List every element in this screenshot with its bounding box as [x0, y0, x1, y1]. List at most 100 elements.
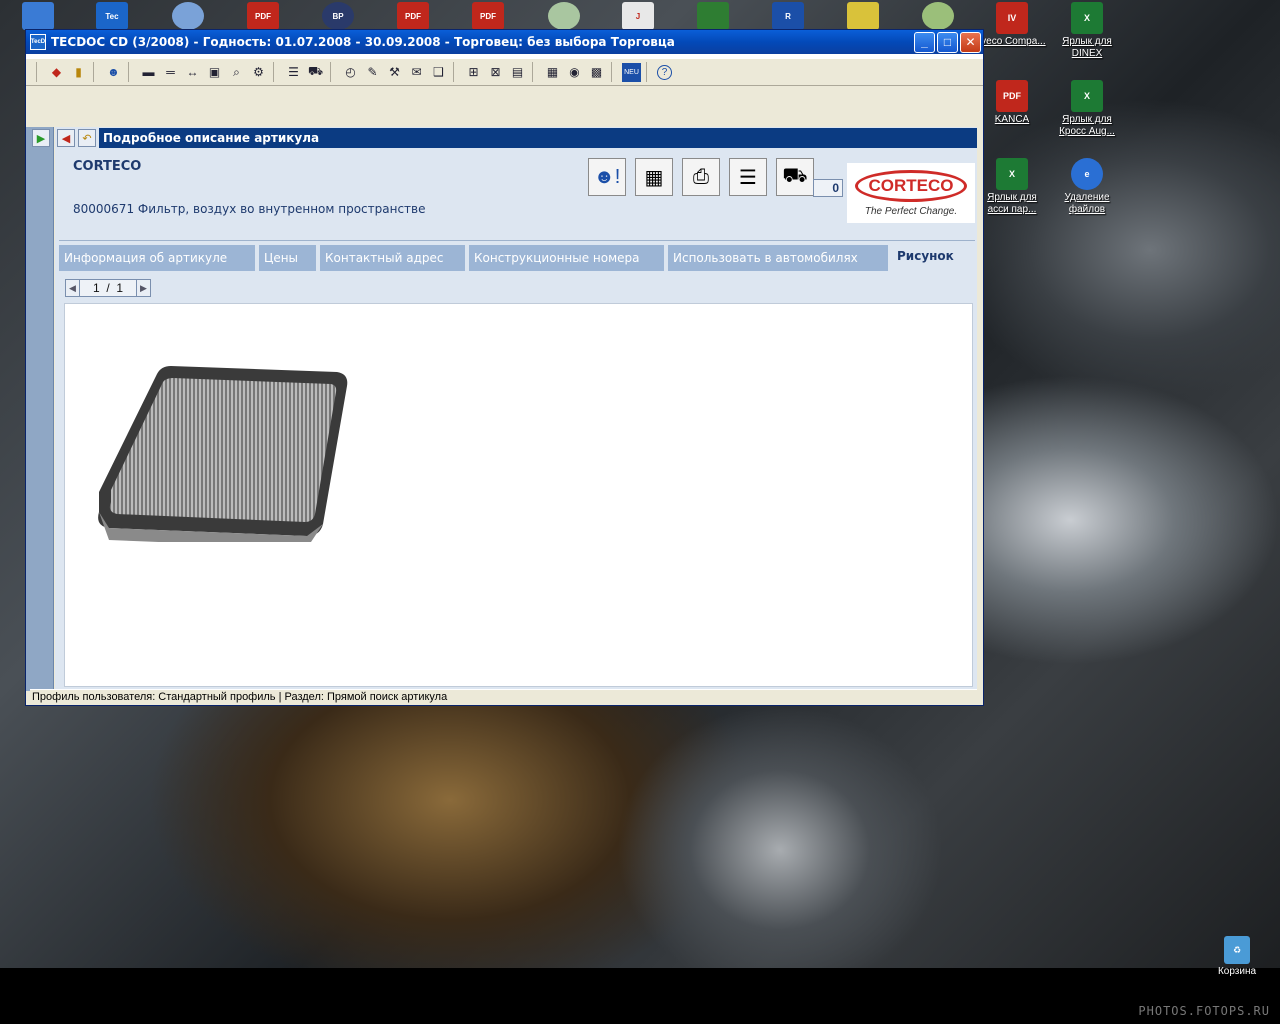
logo-tagline: The Perfect Change.: [864, 205, 958, 217]
desktop-icon-label: Удаление файлов: [1064, 192, 1110, 215]
cd-icon[interactable]: [922, 2, 954, 30]
exit-door-icon[interactable]: ▮: [69, 63, 88, 82]
pdf-icon[interactable]: PDF: [247, 2, 279, 30]
desktop-icon-label: Ярлык для асси пар...: [987, 192, 1037, 215]
pdf-icon[interactable]: PDF: [397, 2, 429, 30]
mail-icon[interactable]: ✉: [407, 63, 426, 82]
desktop-icon-label: Ярлык для Кросс Aug...: [1059, 114, 1115, 137]
watermark: PHOTOS.FOTOPS.RU: [1138, 1004, 1270, 1018]
brand-name: CORTECO: [73, 159, 142, 174]
tree-icon[interactable]: ⊞: [464, 63, 483, 82]
engine-icon[interactable]: ⚙: [249, 63, 268, 82]
print-icon[interactable]: ⎙: [682, 158, 720, 196]
pdf-icon[interactable]: PDF: [472, 2, 504, 30]
window-title: TECDOC CD (3/2008) - Годность: 01.07.200…: [51, 35, 675, 49]
axle-icon[interactable]: ═: [161, 63, 180, 82]
prev-page-icon[interactable]: ◀: [65, 279, 80, 297]
supplier-info-icon[interactable]: ☻!: [588, 158, 626, 196]
add-to-cart-icon[interactable]: ⛟: [776, 158, 814, 196]
back-icon[interactable]: ◀: [57, 129, 75, 147]
desktop-icon-iveco[interactable]: IV Iveco Compa...: [977, 2, 1047, 48]
article-picture-area: [64, 303, 973, 687]
truck-icon[interactable]: ▣: [205, 63, 224, 82]
cabin-filter-image: [98, 366, 348, 542]
cart-icon[interactable]: ⛟: [306, 63, 325, 82]
cd-icon[interactable]: [172, 2, 204, 30]
toolbar-separator: [611, 62, 617, 82]
user-icon[interactable]: ☻: [104, 63, 123, 82]
app-icon[interactable]: [697, 2, 729, 30]
return-icon[interactable]: ↶: [78, 129, 96, 147]
clock-icon[interactable]: ◴: [341, 63, 360, 82]
toolbar-separator: [93, 62, 99, 82]
section-title: Подробное описание артикула: [99, 128, 977, 148]
desktop-icon-chassis[interactable]: X Ярлык для асси пар...: [977, 158, 1047, 216]
tab-construction-numbers[interactable]: Конструкционные номера: [469, 245, 666, 271]
recycle-bin[interactable]: ♻ Корзина: [1202, 936, 1272, 978]
compare-icon[interactable]: ⊠: [486, 63, 505, 82]
tab-vehicle-usage[interactable]: Использовать в автомобилях: [668, 245, 890, 271]
renault-icon[interactable]: R: [772, 2, 804, 30]
wrench-icon[interactable]: ✎: [363, 63, 382, 82]
car-search-icon[interactable]: ▬: [139, 63, 158, 82]
new-icon[interactable]: NEU: [622, 62, 641, 82]
book-icon[interactable]: ❑: [429, 63, 448, 82]
article-description: 80000671 Фильтр, воздух во внутренном пр…: [73, 202, 426, 216]
title-bar[interactable]: TecD TECDOC CD (3/2008) - Годность: 01.0…: [26, 30, 983, 54]
tab-prices[interactable]: Цены: [259, 245, 318, 271]
excel-shortcut-icon: X: [1071, 80, 1103, 112]
list-icon[interactable]: ☰: [284, 63, 303, 82]
maximize-button[interactable]: □: [937, 31, 958, 53]
desktop-icon-delete-files[interactable]: e Удаление файлов: [1052, 158, 1122, 216]
section-nav: ◀ ↶ Подробное описание артикула: [55, 127, 977, 149]
next-page-icon[interactable]: ▶: [136, 279, 151, 297]
toolbar: ◆ ▮ ☻ ▬ ═ ↔ ▣ ⌕ ⚙ ☰ ⛟ ◴ ✎ ⚒ ✉ ❑ ⊞ ⊠ ▤ ▦ …: [26, 58, 983, 86]
back-arrow-icon[interactable]: ◆: [47, 63, 66, 82]
tab-article-info[interactable]: Информация об артикуле: [59, 245, 257, 271]
app-icon[interactable]: [847, 2, 879, 30]
page-separator: /: [106, 281, 110, 295]
play-icon[interactable]: ▶: [32, 129, 50, 147]
tab-contact-address[interactable]: Контактный адрес: [320, 245, 467, 271]
quantity-field[interactable]: 0: [813, 179, 843, 197]
toolbar-separator: [532, 62, 538, 82]
excel-shortcut-icon: X: [1071, 2, 1103, 34]
details-list-icon[interactable]: ☰: [729, 158, 767, 196]
recycle-bin-label: Корзина: [1217, 966, 1257, 977]
desktop-shortcut-icon[interactable]: [22, 2, 54, 30]
width-icon[interactable]: ↔: [183, 63, 202, 82]
ie-icon: e: [1071, 158, 1103, 190]
settings-icon[interactable]: ▩: [587, 63, 606, 82]
page-total: 1: [116, 281, 124, 295]
tecdoc-icon[interactable]: Tec: [96, 2, 128, 30]
disc-icon[interactable]: BP: [322, 2, 354, 30]
toolbar-separator: [36, 62, 42, 82]
desktop-bottom-strip: [0, 968, 1280, 1024]
image-pager: ◀ 1 / 1 ▶: [65, 279, 151, 297]
desktop-icon-label: KANCA: [994, 114, 1030, 125]
status-bar: Профиль пользователя: Стандартный профил…: [30, 689, 977, 703]
desktop-icon-label: Ярлык для DINEX: [1062, 36, 1112, 59]
add-to-list-icon[interactable]: ▦: [635, 158, 673, 196]
pdf-icon: PDF: [996, 80, 1028, 112]
app-icon[interactable]: TecD: [30, 34, 46, 50]
toolbar-separator: [646, 62, 652, 82]
chart-icon[interactable]: ▤: [508, 63, 527, 82]
iveco-icon: IV: [996, 2, 1028, 34]
minimize-button[interactable]: _: [914, 31, 935, 53]
desktop-icon-dinex[interactable]: X Ярлык для DINEX: [1052, 2, 1122, 60]
cd-icon[interactable]: [548, 2, 580, 30]
parts-icon[interactable]: ⚒: [385, 63, 404, 82]
export-icon[interactable]: ▦: [543, 63, 562, 82]
logo-wordmark: CORTECO: [855, 169, 967, 202]
left-side-strip: ▶: [26, 127, 54, 691]
close-button[interactable]: ✕: [960, 31, 981, 53]
desktop-icon-cross[interactable]: X Ярлык для Кросс Aug...: [1052, 80, 1122, 138]
help-icon[interactable]: ?: [657, 64, 672, 80]
article-detail-panel: ◀ ↶ Подробное описание артикула CORTECO …: [55, 127, 977, 691]
tab-picture[interactable]: Рисунок: [892, 245, 975, 271]
java-icon[interactable]: J: [622, 2, 654, 30]
desktop-icon-kanca[interactable]: PDF KANCA: [977, 80, 1047, 126]
globe-icon[interactable]: ◉: [565, 63, 584, 82]
search-icon[interactable]: ⌕: [227, 63, 246, 82]
